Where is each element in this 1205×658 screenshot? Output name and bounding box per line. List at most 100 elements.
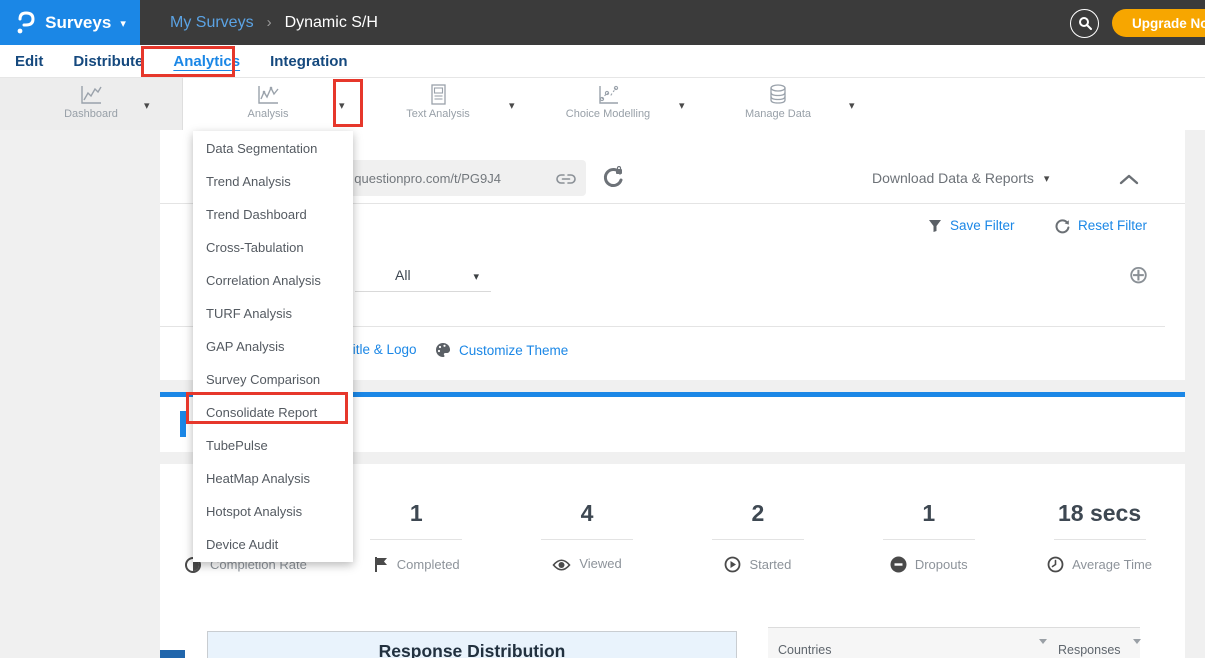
stat-started: 2 Started [672, 500, 843, 574]
globe-lock-icon[interactable] [603, 166, 625, 190]
menu-item-data-segmentation[interactable]: Data Segmentation [193, 132, 353, 165]
reset-filter-label: Reset Filter [1078, 218, 1147, 233]
customize-theme-link[interactable]: Customize Theme [435, 342, 568, 358]
sort-countries-icon[interactable] [1031, 644, 1040, 656]
stat-value: 1 [843, 500, 1014, 532]
funnel-icon [928, 218, 942, 233]
menu-item-trend-dashboard[interactable]: Trend Dashboard [193, 198, 353, 231]
divider [883, 539, 975, 540]
response-distribution-panel: Response Distribution [207, 631, 737, 658]
stat-label: Dropouts [915, 557, 968, 572]
product-name: Surveys [45, 13, 111, 33]
manage-data-caret-icon[interactable]: ▾ [849, 99, 855, 112]
top-bar: Surveys ▾ My Surveys › Dynamic S/H Upgra… [0, 0, 1205, 45]
save-filter-label: Save Filter [950, 218, 1015, 233]
divider [541, 539, 633, 540]
survey-url-text: w.questionpro.com/t/PG9J4 [342, 171, 556, 186]
toolbar-choice-modelling-label: Choice Modelling [523, 108, 693, 120]
divider [1054, 539, 1146, 540]
customize-theme-label: Customize Theme [459, 343, 568, 358]
countries-column-header[interactable]: Countries [778, 643, 832, 657]
breadcrumb-survey-name: Dynamic S/H [285, 14, 378, 32]
download-data-reports-label: Download Data & Reports [872, 170, 1034, 186]
toolbar-dashboard-label: Dashboard [0, 108, 182, 120]
nav-item-integration[interactable]: Integration [270, 53, 348, 70]
menu-item-heatmap-analysis[interactable]: HeatMap Analysis [193, 462, 353, 495]
toolbar-dashboard[interactable]: Dashboard ▾ [0, 78, 183, 130]
menu-item-correlation-analysis[interactable]: Correlation Analysis [193, 264, 353, 297]
stat-average-time: 18 secs Average Time [1014, 500, 1185, 574]
toolbar-manage-data[interactable]: Manage Data ▾ [693, 78, 863, 130]
menu-item-hotspot-analysis[interactable]: Hotspot Analysis [193, 495, 353, 528]
menu-item-trend-analysis[interactable]: Trend Analysis [193, 165, 353, 198]
download-data-reports-menu[interactable]: Download Data & Reports ▾ [872, 170, 1049, 186]
dashboard-caret-icon[interactable]: ▾ [144, 99, 150, 112]
breadcrumb: My Surveys › Dynamic S/H [170, 0, 378, 45]
analysis-caret-icon[interactable]: ▾ [339, 99, 345, 112]
collapse-chevron-up-icon[interactable] [1118, 170, 1140, 188]
toolbar-analysis[interactable]: Analysis ▾ [183, 78, 353, 130]
toolbar-text-analysis[interactable]: Text Analysis ▾ [353, 78, 523, 130]
palette-icon [435, 342, 451, 358]
questionpro-logo-icon [14, 10, 36, 36]
clock-icon [1047, 556, 1064, 573]
stat-value: 1 [331, 500, 502, 532]
reset-filter-button[interactable]: Reset Filter [1055, 218, 1147, 234]
stat-value: 2 [672, 500, 843, 532]
section-accent-bar [180, 411, 186, 437]
add-filter-plus-icon[interactable]: ⊕ [1128, 262, 1149, 287]
upgrade-now-button[interactable]: Upgrade Now [1112, 9, 1205, 37]
text-analysis-caret-icon[interactable]: ▾ [509, 99, 515, 112]
questionpro-analytics-screen: Surveys ▾ My Surveys › Dynamic S/H Upgra… [0, 0, 1205, 658]
sort-responses-icon[interactable] [1125, 644, 1134, 656]
chevron-down-icon: ▾ [120, 17, 126, 30]
toolbar-manage-data-label: Manage Data [693, 108, 863, 120]
divider [370, 539, 462, 540]
stat-value: 18 secs [1014, 500, 1185, 532]
stat-label: Started [749, 557, 791, 572]
choice-modelling-caret-icon[interactable]: ▾ [679, 99, 685, 112]
menu-item-gap-analysis[interactable]: GAP Analysis [193, 330, 353, 363]
minus-circle-icon [890, 556, 907, 573]
text-analysis-icon [353, 83, 523, 107]
stat-viewed: 4 Viewed [502, 500, 673, 574]
link-icon[interactable] [556, 171, 576, 186]
dashboard-chart-icon [0, 83, 182, 107]
nav-item-edit[interactable]: Edit [15, 53, 43, 70]
toolbar-choice-modelling[interactable]: Choice Modelling ▾ [523, 78, 693, 130]
response-distribution-title: Response Distribution [379, 641, 566, 658]
download-caret-icon: ▾ [1044, 172, 1050, 185]
stat-completed: 1 Completed [331, 500, 502, 574]
breadcrumb-my-surveys[interactable]: My Surveys [170, 14, 254, 32]
menu-item-cross-tabulation[interactable]: Cross-Tabulation [193, 231, 353, 264]
search-button[interactable] [1070, 9, 1099, 38]
menu-item-consolidate-report[interactable]: Consolidate Report [193, 396, 353, 429]
manage-data-database-icon [693, 83, 863, 107]
nav-item-analytics[interactable]: Analytics [173, 53, 240, 70]
product-switcher[interactable]: Surveys ▾ [0, 0, 140, 45]
save-filter-button[interactable]: Save Filter [928, 218, 1015, 233]
choice-modelling-icon [523, 83, 693, 107]
menu-item-device-audit[interactable]: Device Audit [193, 528, 353, 561]
title-logo-link[interactable]: Title & Logo [345, 342, 417, 357]
stat-dropouts: 1 Dropouts [843, 500, 1014, 574]
analytics-toolbar: Dashboard ▾ Analysis ▾ [0, 78, 1205, 130]
menu-item-survey-comparison[interactable]: Survey Comparison [193, 363, 353, 396]
survey-url-field[interactable]: w.questionpro.com/t/PG9J4 [330, 160, 586, 196]
toolbar-analysis-label: Analysis [183, 108, 353, 120]
toolbar-text-analysis-label: Text Analysis [353, 108, 523, 120]
menu-item-turf-analysis[interactable]: TURF Analysis [193, 297, 353, 330]
stat-label: Completed [397, 557, 460, 572]
responses-column-header[interactable]: Responses [1058, 643, 1121, 657]
breadcrumb-separator-icon: › [267, 14, 272, 31]
analysis-chart-icon [183, 83, 353, 107]
stat-label: Average Time [1072, 557, 1152, 572]
countries-table-header: Countries Responses [768, 627, 1140, 658]
menu-item-tubepulse[interactable]: TubePulse [193, 429, 353, 462]
filter-select-value: All [395, 267, 411, 283]
chart-bar-fragment [160, 650, 185, 658]
analysis-dropdown-menu: Data Segmentation Trend Analysis Trend D… [193, 131, 353, 562]
nav-item-distribute[interactable]: Distribute [73, 53, 143, 70]
filter-select[interactable]: All ▾ [355, 264, 491, 292]
play-circle-icon [724, 556, 741, 573]
